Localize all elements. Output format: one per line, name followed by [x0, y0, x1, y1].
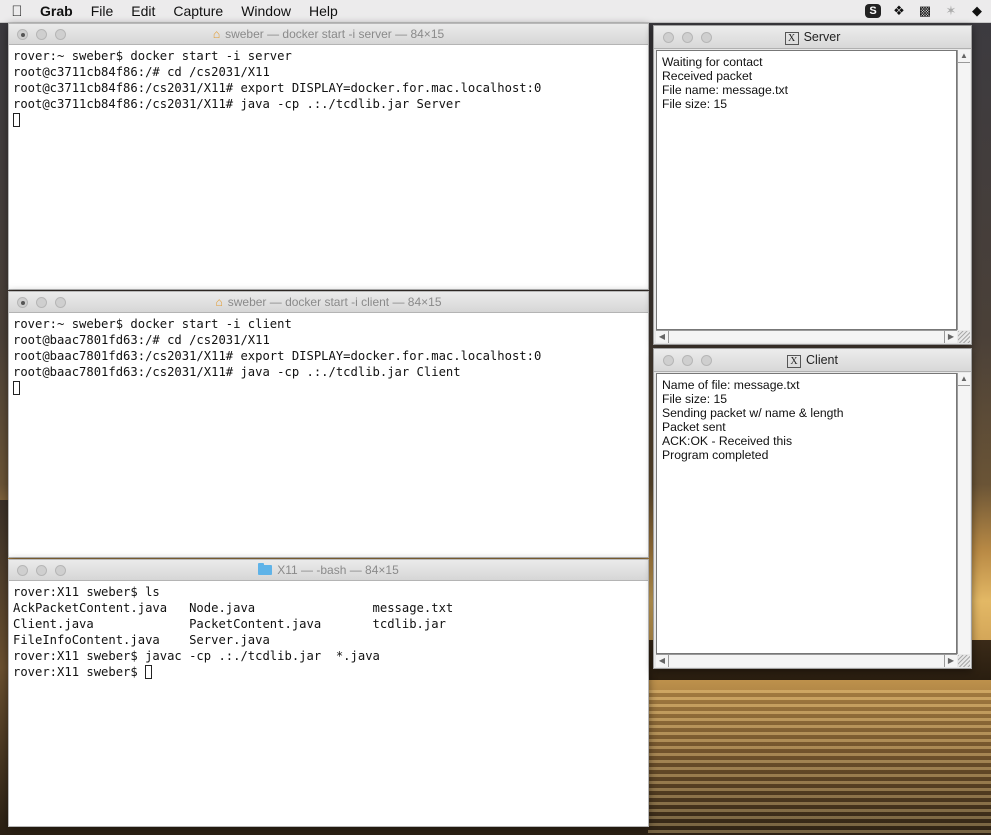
resize-grip-icon[interactable] [958, 655, 970, 667]
home-icon: ⌂ [212, 27, 221, 41]
folder-icon [258, 563, 273, 575]
scroll-up-icon[interactable]: ▲ [958, 373, 970, 386]
resize-grip-icon[interactable] [958, 331, 970, 343]
x11-icon: X [787, 355, 802, 368]
horizontal-scrollbar[interactable]: ◀ ▶ [656, 654, 957, 667]
client-terminal-output[interactable]: rover:~ sweber$ docker start -i client ro… [9, 313, 648, 399]
apple-menu-icon[interactable]:  [0, 3, 34, 20]
close-button[interactable] [17, 565, 28, 576]
dropbox-icon[interactable]: ❖ [891, 4, 907, 18]
terminal-line: FileInfoContent.java Server.java [13, 633, 270, 647]
terminal-line: rover:~ sweber$ docker start -i client [13, 317, 292, 331]
menu-edit[interactable]: Edit [122, 3, 164, 19]
server-terminal-window[interactable]: ⌂ sweber — docker start -i server — 84×15… [8, 23, 649, 290]
menu-file[interactable]: File [82, 3, 123, 19]
server-text-area[interactable]: Waiting for contact Received packet File… [656, 50, 957, 330]
server-x11-title: Server [803, 30, 841, 44]
minimize-button[interactable] [36, 565, 47, 576]
home-icon: ⌂ [215, 295, 223, 309]
menu-app-name[interactable]: Grab [34, 3, 82, 19]
wifi-icon[interactable]: ◆ [969, 4, 985, 18]
scroll-left-icon[interactable]: ◀ [656, 331, 669, 343]
server-x11-titlebar[interactable]: X Server [654, 26, 971, 49]
minimize-button[interactable] [36, 29, 47, 40]
skype-icon[interactable]: S [865, 4, 881, 18]
scroll-right-icon[interactable]: ▶ [944, 655, 957, 667]
wallpaper-edge [0, 500, 8, 835]
docker-icon[interactable]: ▩ [917, 4, 933, 18]
terminal-line: Client.java PacketContent.java tcdlib.ja… [13, 617, 446, 631]
vertical-scrollbar[interactable]: ▲ [957, 50, 970, 330]
terminal-line: root@baac7801fd63:/cs2031/X11# export DI… [13, 349, 542, 363]
zoom-button[interactable] [55, 297, 66, 308]
server-terminal-titlebar[interactable]: ⌂ sweber — docker start -i server — 84×15 [9, 24, 648, 45]
terminal-cursor [13, 113, 20, 127]
client-x11-window[interactable]: X Client Name of file: message.txt File s… [653, 348, 972, 669]
client-terminal-title: sweber — docker start -i client — 84×15 [227, 295, 442, 309]
close-button[interactable] [663, 355, 674, 366]
server-terminal-title: sweber — docker start -i server — 84×15 [225, 27, 445, 41]
close-button[interactable] [17, 29, 28, 40]
zoom-button[interactable] [701, 355, 712, 366]
terminal-line: rover:X11 sweber$ javac -cp .:./tcdlib.j… [13, 649, 380, 663]
bash-terminal-title: X11 — -bash — 84×15 [277, 563, 399, 577]
terminal-line: root@c3711cb84f86:/cs2031/X11# java -cp … [13, 97, 461, 111]
scroll-right-icon[interactable]: ▶ [944, 331, 957, 343]
client-text-area[interactable]: Name of file: message.txt File size: 15 … [656, 373, 957, 654]
close-button[interactable] [663, 32, 674, 43]
x11-icon: X [784, 32, 799, 45]
server-terminal-output[interactable]: rover:~ sweber$ docker start -i server ro… [9, 45, 648, 131]
wallpaper-water [648, 690, 991, 835]
terminal-line: rover:~ sweber$ docker start -i server [13, 49, 292, 63]
menu-window[interactable]: Window [232, 3, 300, 19]
terminal-cursor [145, 665, 153, 679]
zoom-button[interactable] [701, 32, 712, 43]
bash-terminal-window[interactable]: X11 — -bash — 84×15 rover:X11 sweber$ ls… [8, 559, 649, 827]
minimize-button[interactable] [682, 355, 693, 366]
terminal-line: rover:X11 sweber$ [13, 665, 146, 679]
terminal-line: root@c3711cb84f86:/cs2031/X11# export DI… [13, 81, 542, 95]
vertical-scrollbar[interactable]: ▲ [957, 373, 970, 654]
horizontal-scrollbar[interactable]: ◀ ▶ [656, 330, 957, 343]
menu-capture[interactable]: Capture [164, 3, 232, 19]
status-area: S ❖ ▩ ✶ ◆ [865, 0, 991, 22]
terminal-cursor [13, 381, 20, 395]
bash-terminal-titlebar[interactable]: X11 — -bash — 84×15 [9, 560, 648, 581]
close-button[interactable] [17, 297, 28, 308]
bash-terminal-output[interactable]: rover:X11 sweber$ ls AckPacketContent.jav… [9, 581, 648, 683]
bluetooth-icon[interactable]: ✶ [943, 4, 959, 18]
zoom-button[interactable] [55, 565, 66, 576]
client-terminal-titlebar[interactable]: ⌂ sweber — docker start -i client — 84×15 [9, 292, 648, 313]
terminal-line: root@baac7801fd63:/cs2031/X11# java -cp … [13, 365, 461, 379]
minimize-button[interactable] [682, 32, 693, 43]
client-x11-title: Client [806, 353, 838, 367]
minimize-button[interactable] [36, 297, 47, 308]
menu-bar:  Grab File Edit Capture Window Help S ❖… [0, 0, 991, 23]
scroll-left-icon[interactable]: ◀ [656, 655, 669, 667]
terminal-line: root@c3711cb84f86:/# cd /cs2031/X11 [13, 65, 270, 79]
server-x11-window[interactable]: X Server Waiting for contact Received pac… [653, 25, 972, 345]
client-terminal-window[interactable]: ⌂ sweber — docker start -i client — 84×15… [8, 291, 649, 558]
terminal-line: rover:X11 sweber$ ls [13, 585, 160, 599]
terminal-line: AckPacketContent.java Node.java message.… [13, 601, 454, 615]
scroll-up-icon[interactable]: ▲ [958, 50, 970, 63]
zoom-button[interactable] [55, 29, 66, 40]
terminal-line: root@baac7801fd63:/# cd /cs2031/X11 [13, 333, 270, 347]
client-x11-titlebar[interactable]: X Client [654, 349, 971, 372]
menu-help[interactable]: Help [300, 3, 347, 19]
